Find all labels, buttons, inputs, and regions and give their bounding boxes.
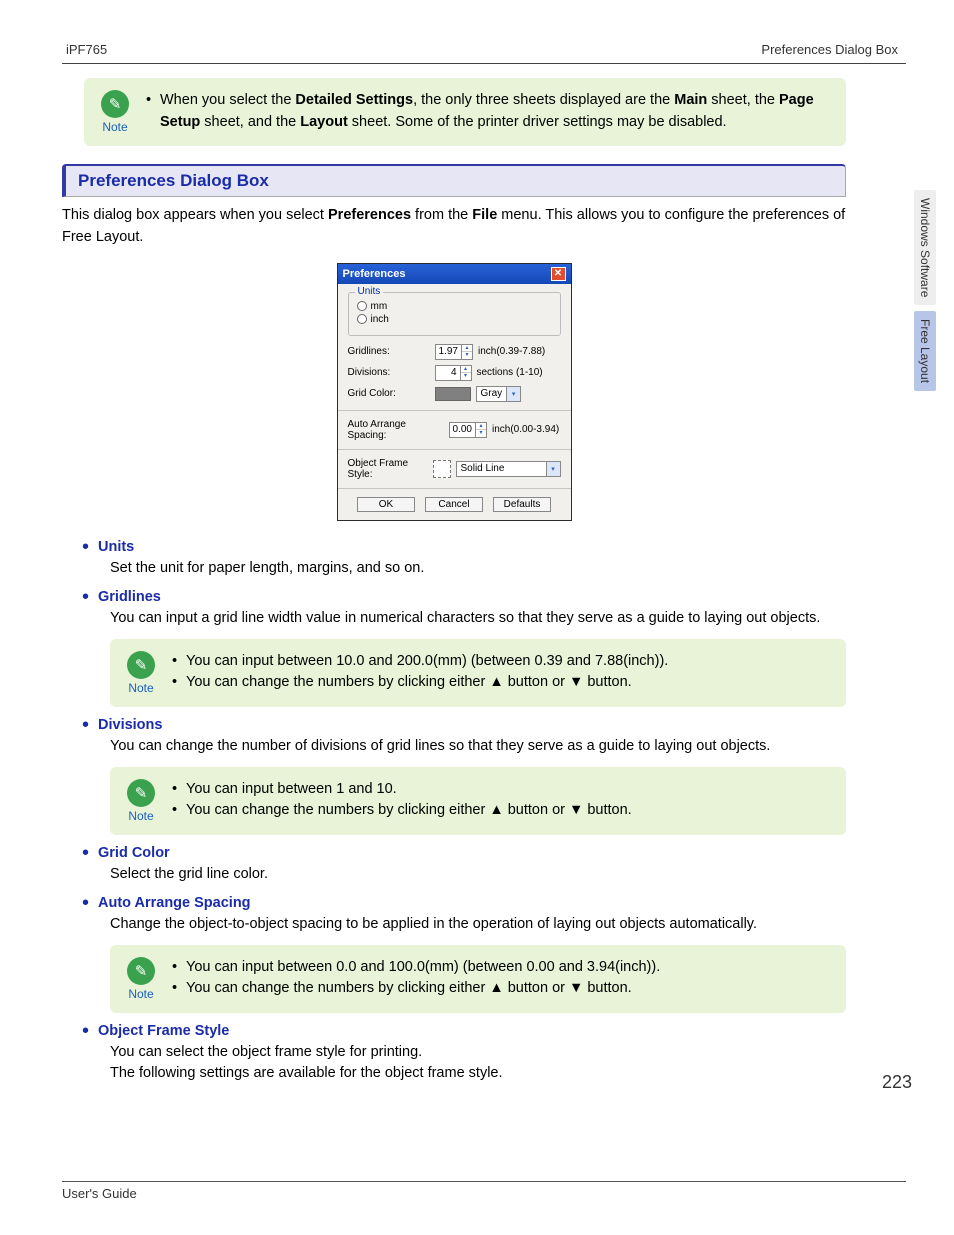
pencil-icon: ✎ xyxy=(127,957,155,985)
note-label: Note xyxy=(128,681,153,695)
footer-rule xyxy=(62,1181,906,1182)
defaults-button[interactable]: Defaults xyxy=(493,497,551,512)
topic-body: Select the grid line color. xyxy=(110,864,846,885)
topic-body: You can change the number of divisions o… xyxy=(110,736,846,757)
topic-title: Auto Arrange Spacing xyxy=(98,895,251,911)
intro-paragraph: This dialog box appears when you select … xyxy=(62,205,846,249)
gridcolor-label: Grid Color: xyxy=(348,388,430,399)
header-left: iPF765 xyxy=(66,42,107,57)
note-item: You can change the numbers by clicking e… xyxy=(172,800,632,822)
note-item: You can input between 1 and 10. xyxy=(172,779,632,801)
note-item: You can input between 0.0 and 100.0(mm) … xyxy=(172,957,660,979)
topic-divisions: Divisions You can change the number of d… xyxy=(82,717,846,835)
gridcolor-combo[interactable]: Gray▾ xyxy=(476,386,522,402)
topic-title: Units xyxy=(98,539,134,555)
radio-mm[interactable]: mm xyxy=(357,301,552,312)
pencil-icon: ✎ xyxy=(101,90,129,118)
note-label: Note xyxy=(128,809,153,823)
gridlines-label: Gridlines: xyxy=(348,346,430,357)
section-title: Preferences Dialog Box xyxy=(78,171,269,190)
pencil-icon: ✎ xyxy=(127,651,155,679)
spacing-spinner[interactable]: 0.00▴▾ xyxy=(449,422,487,438)
gridlines-hint: inch(0.39-7.88) xyxy=(478,346,545,357)
dialog-titlebar: Preferences ✕ xyxy=(338,264,571,284)
topic-body: Set the unit for paper length, margins, … xyxy=(110,558,846,579)
units-fieldset: Units mm inch xyxy=(348,292,561,336)
topic-title: Gridlines xyxy=(98,589,161,605)
note-label: Note xyxy=(128,987,153,1001)
spacing-label: Auto Arrange Spacing: xyxy=(348,419,444,441)
note-item: You can input between 10.0 and 200.0(mm)… xyxy=(172,651,668,673)
pencil-icon: ✎ xyxy=(127,779,155,807)
note-item: You can change the numbers by clicking e… xyxy=(172,672,668,694)
note-label: Note xyxy=(102,120,127,134)
topic-body: Change the object-to-object spacing to b… xyxy=(110,914,846,935)
frame-preview-icon xyxy=(433,460,451,478)
topic-gridlines: Gridlines You can input a grid line widt… xyxy=(82,589,846,707)
topic-body: You can select the object frame style fo… xyxy=(110,1042,846,1063)
side-tab-windows-software[interactable]: Windows Software xyxy=(914,190,936,305)
footer-text: User's Guide xyxy=(62,1186,906,1201)
topic-units: Units Set the unit for paper length, mar… xyxy=(82,539,846,579)
page-number: 223 xyxy=(882,1072,912,1093)
divisions-spinner[interactable]: 4▴▾ xyxy=(435,365,472,381)
top-note-item: When you select the Detailed Settings, t… xyxy=(146,90,832,134)
gridcolor-swatch xyxy=(435,387,471,401)
side-tab-free-layout[interactable]: Free Layout xyxy=(914,311,936,391)
dialog-title: Preferences xyxy=(343,268,406,280)
spacing-hint: inch(0.00-3.94) xyxy=(492,424,559,435)
topic-frame: Object Frame Style You can select the ob… xyxy=(82,1023,846,1084)
cancel-button[interactable]: Cancel xyxy=(425,497,483,512)
radio-inch[interactable]: inch xyxy=(357,314,552,325)
divisions-hint: sections (1-10) xyxy=(477,367,543,378)
close-icon[interactable]: ✕ xyxy=(551,267,566,281)
topic-body: The following settings are available for… xyxy=(110,1063,846,1084)
topic-body: You can input a grid line width value in… xyxy=(110,608,846,629)
frame-combo[interactable]: Solid Line▾ xyxy=(456,461,561,477)
gridlines-spinner[interactable]: 1.97▴▾ xyxy=(435,344,473,360)
divisions-label: Divisions: xyxy=(348,367,430,378)
topic-title: Divisions xyxy=(98,717,162,733)
preferences-dialog: Preferences ✕ Units mm inch Gridlines: 1… xyxy=(337,263,572,521)
frame-label: Object Frame Style: xyxy=(348,458,428,480)
units-legend: Units xyxy=(355,286,384,297)
topic-title: Object Frame Style xyxy=(98,1023,229,1039)
header-right: Preferences Dialog Box xyxy=(761,42,898,57)
ok-button[interactable]: OK xyxy=(357,497,415,512)
header-rule xyxy=(62,63,906,64)
top-note: ✎ Note When you select the Detailed Sett… xyxy=(84,78,846,146)
note-item: You can change the numbers by clicking e… xyxy=(172,978,660,1000)
topic-title: Grid Color xyxy=(98,845,170,861)
section-heading-bar: Preferences Dialog Box xyxy=(62,164,846,197)
topic-gridcolor: Grid Color Select the grid line color. xyxy=(82,845,846,885)
topic-spacing: Auto Arrange Spacing Change the object-t… xyxy=(82,895,846,1013)
